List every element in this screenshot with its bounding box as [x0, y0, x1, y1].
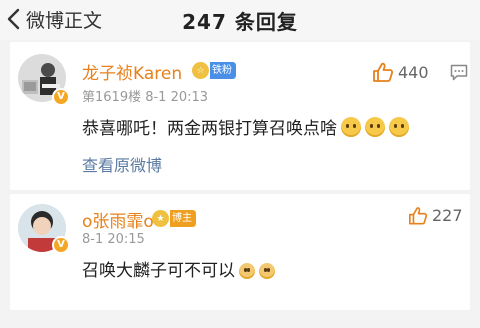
level-icon: ☆	[192, 62, 209, 79]
star-icon: ★	[152, 210, 169, 227]
fearful-face-emoji-icon	[389, 117, 409, 137]
verified-icon: V	[52, 88, 70, 106]
view-original-link[interactable]: 查看原微博	[82, 152, 162, 176]
like-count: 440	[398, 62, 429, 82]
doge-emoji-icon	[259, 263, 275, 279]
comment-meta: 8-1 20:15	[82, 232, 145, 247]
fearful-face-emoji-icon	[365, 117, 385, 137]
like-button[interactable]: 440	[372, 62, 429, 82]
fan-badge-label: 铁粉	[210, 62, 236, 79]
nav-header: 微博正文 247 条回复	[0, 0, 480, 40]
comment-text-content: 召唤大麟子可不可以	[82, 261, 235, 281]
comment-text: 恭喜哪吒！两金两银打算召唤点啥	[82, 114, 409, 139]
comment-text: 召唤大麟子可不可以	[82, 256, 275, 281]
verified-icon: V	[52, 236, 70, 254]
comment-card: V o张雨霏o ★ 博主 8-1 20:15 召唤大麟子可不可以 227	[10, 194, 470, 310]
fan-badge: ☆ 铁粉	[192, 62, 236, 79]
page-title: 247 条回复	[182, 10, 298, 34]
comment-bubble-icon[interactable]	[450, 64, 468, 81]
thumbs-up-icon	[373, 62, 394, 82]
doge-emoji-icon	[239, 263, 255, 279]
comment-text-content: 恭喜哪吒！两金两银打算召唤点啥	[82, 119, 337, 139]
author-badge: ★ 博主	[152, 210, 196, 227]
comment-card: V 龙子祯Karen ☆ 铁粉 第1619楼 8-1 20:13 恭喜哪吒！两金…	[10, 42, 470, 190]
like-button[interactable]: 227	[408, 206, 463, 225]
comment-meta: 第1619楼 8-1 20:13	[82, 90, 209, 105]
username[interactable]: 龙子祯Karen	[82, 59, 182, 84]
thumbs-up-icon	[409, 207, 428, 225]
like-count: 227	[432, 206, 463, 225]
fearful-face-emoji-icon	[341, 117, 361, 137]
username[interactable]: o张雨霏o	[82, 207, 154, 232]
author-badge-label: 博主	[170, 210, 196, 227]
